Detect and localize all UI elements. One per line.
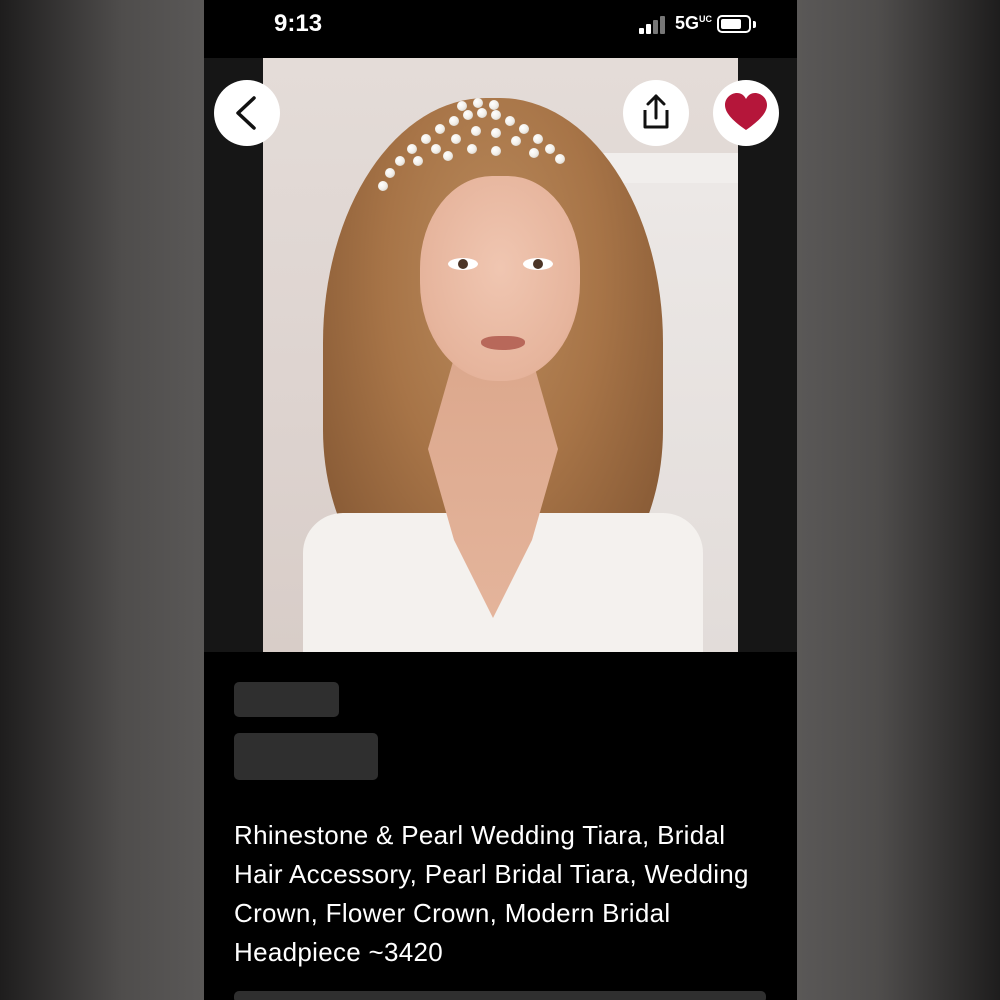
battery-icon [717, 15, 751, 33]
model-eye-left [448, 258, 478, 270]
battery-cap [753, 21, 756, 28]
share-button[interactable] [623, 80, 689, 146]
blurred-backdrop-right [797, 0, 1000, 1000]
loading-placeholder-bottom [234, 991, 766, 1000]
network-indicator: 5GUC [675, 13, 713, 33]
status-time: 9:13 [274, 10, 323, 37]
model-eye-right [523, 258, 553, 270]
phone-screen: 9:13 5GUC Rhinestone & Pearl Wedding Tia… [204, 0, 797, 1000]
loading-placeholder-price [234, 682, 339, 717]
heart-icon [725, 93, 767, 130]
share-icon [643, 94, 669, 129]
model-face [420, 176, 580, 381]
listing-title: Rhinestone & Pearl Wedding Tiara, Bridal… [234, 820, 749, 967]
back-button[interactable] [214, 80, 280, 146]
model-lips [481, 336, 525, 350]
loading-placeholder-shop [234, 733, 378, 780]
signal-strength-icon [639, 16, 669, 34]
blurred-backdrop-left [0, 0, 204, 1000]
tiara [373, 96, 573, 196]
product-photo[interactable] [263, 58, 738, 652]
chevron-left-icon [236, 96, 256, 130]
status-bar: 9:13 5GUC [204, 0, 797, 52]
favorite-button[interactable] [713, 80, 779, 146]
product-image-frame [204, 58, 797, 652]
